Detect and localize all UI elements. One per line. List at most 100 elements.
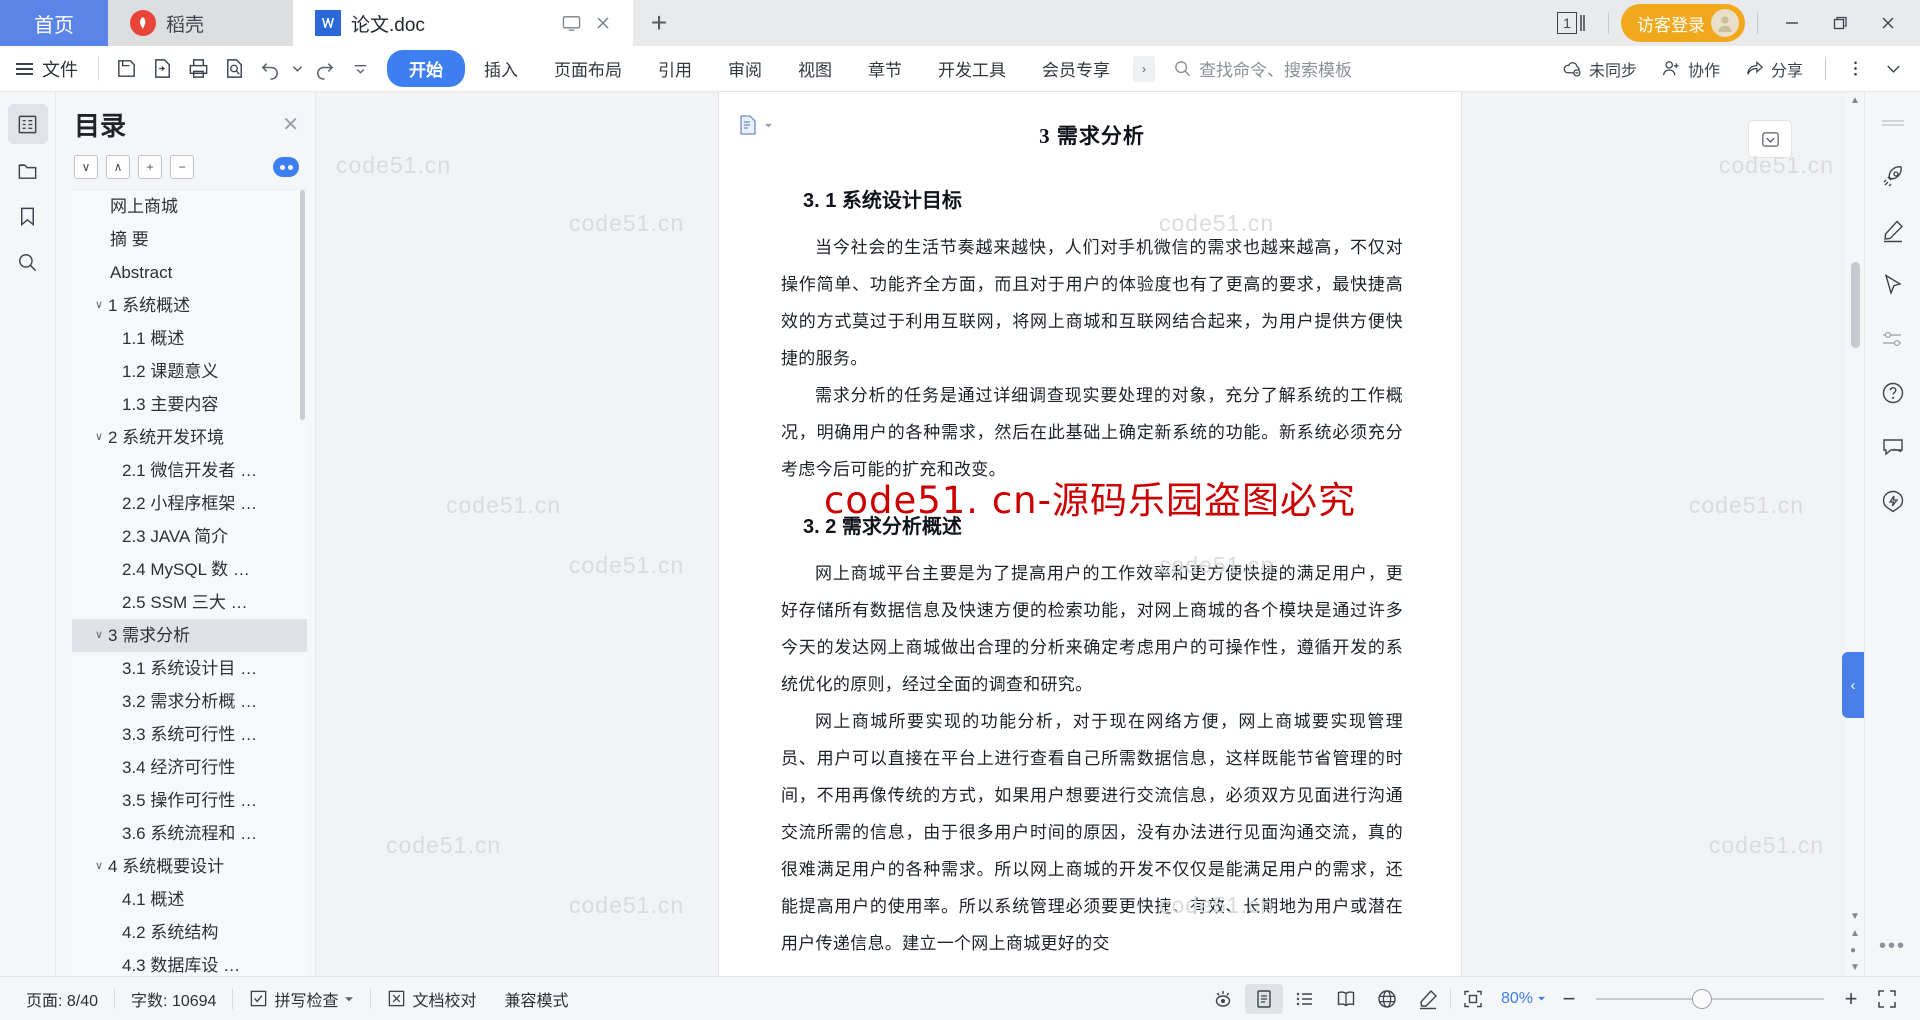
toc-item[interactable]: 2.3 JAVA 简介	[72, 520, 307, 553]
zoom-slider-knob[interactable]	[1691, 988, 1712, 1009]
export-pdf-icon[interactable]	[145, 52, 179, 86]
sidebar-item-toc[interactable]	[7, 104, 48, 144]
spellcheck-toggle[interactable]: 拼写检查	[237, 987, 366, 1011]
zoom-slider[interactable]	[1596, 988, 1824, 1009]
navigation-float-button[interactable]	[1748, 120, 1792, 158]
chevron-down-icon[interactable]	[344, 994, 354, 1004]
toc-list[interactable]: 网上商城 摘 要 Abstract ∨ 1 系统概述 1.1 概述 1.2 课题意…	[72, 189, 307, 976]
toc-item-selected[interactable]: ∨ 3 需求分析	[72, 619, 307, 652]
print-preview-icon[interactable]	[217, 52, 251, 86]
document-count-badge[interactable]: 1	[1547, 12, 1596, 34]
scroll-up-arrow[interactable]: ▲	[1850, 92, 1860, 109]
ribbon-tab-review[interactable]: 审阅	[711, 50, 779, 87]
toc-item[interactable]: 2.5 SSM 三大 …	[72, 586, 307, 619]
proofread-button[interactable]: 文档校对	[375, 987, 488, 1011]
close-button[interactable]	[1866, 0, 1910, 46]
ribbon-tab-section[interactable]: 章节	[851, 50, 919, 87]
maximize-button[interactable]	[1818, 0, 1862, 46]
fullscreen-icon[interactable]	[1868, 984, 1906, 1014]
document-canvas[interactable]: code51.cn code51.cn code51.cn 3 需求分析 3. …	[316, 92, 1864, 976]
sync-status-button[interactable]: 未同步	[1552, 51, 1647, 87]
sidebar-item-search[interactable]	[8, 242, 48, 282]
scrollbar-thumb[interactable]	[1850, 262, 1860, 348]
pen-icon[interactable]	[1874, 214, 1912, 248]
feedback-icon[interactable]	[1874, 430, 1912, 464]
toc-chevron[interactable]: ∨	[90, 426, 108, 449]
focus-mode-icon[interactable]	[1204, 984, 1242, 1014]
toc-item[interactable]: 2.1 微信开发者 …	[72, 454, 307, 487]
new-tab-button[interactable]: +	[633, 0, 685, 46]
ribbon-tab-insert[interactable]: 插入	[467, 50, 535, 87]
page-indicator[interactable]: 页面: 8/40	[14, 987, 110, 1011]
ribbon-tab-developer[interactable]: 开发工具	[921, 50, 1023, 87]
ribbon-tab-view[interactable]: 视图	[781, 50, 849, 87]
undo-dropdown-icon[interactable]	[289, 52, 305, 86]
toc-item[interactable]: 2.4 MySQL 数 …	[72, 553, 307, 586]
toc-item[interactable]: 4.2 系统结构	[72, 916, 307, 949]
toc-item[interactable]: ∨ 1 系统概述	[72, 289, 307, 322]
toc-item[interactable]: 1.2 课题意义	[72, 355, 307, 388]
collapse-ribbon-icon[interactable]	[1876, 52, 1910, 86]
redo-icon[interactable]	[307, 52, 341, 86]
ribbon-tab-start[interactable]: 开始	[387, 50, 465, 87]
zoom-level-button[interactable]: 80%	[1495, 990, 1552, 1008]
tab-daoke[interactable]: 稻壳	[108, 0, 293, 46]
save-icon[interactable]	[109, 52, 143, 86]
toc-item[interactable]: 3.5 操作可行性 …	[72, 784, 307, 817]
collapse-up-button[interactable]: ∧	[106, 155, 130, 179]
sliders-icon[interactable]	[1874, 322, 1912, 356]
eye-toggle-icon[interactable]	[273, 157, 299, 177]
collapse-right-panel-button[interactable]: ‹	[1842, 652, 1864, 718]
tab-document[interactable]: 论文.doc	[293, 0, 633, 46]
reading-view-icon[interactable]	[1327, 984, 1365, 1014]
undo-icon[interactable]	[253, 52, 287, 86]
search-input[interactable]: 查找命令、搜索模板	[1173, 56, 1352, 81]
toc-item[interactable]: ∨ 4 系统概要设计	[72, 850, 307, 883]
scroll-down-arrow[interactable]: ▼	[1850, 908, 1860, 925]
outline-view-icon[interactable]	[1286, 984, 1324, 1014]
select-browse-object[interactable]: ●	[1850, 942, 1860, 959]
present-icon[interactable]	[562, 14, 581, 33]
document-scrollbar[interactable]: ▲ ▼ ▲ ● ▼	[1846, 92, 1864, 976]
toc-item[interactable]: ∨ 2 系统开发环境	[72, 421, 307, 454]
collapse-down-button[interactable]: ∨	[74, 155, 98, 179]
toc-item[interactable]: 3.4 经济可行性	[72, 751, 307, 784]
overflow-menu-icon[interactable]	[1838, 52, 1872, 86]
toc-item[interactable]: 4.1 概述	[72, 883, 307, 916]
toc-item[interactable]: 3.6 系统流程和 …	[72, 817, 307, 850]
toc-item[interactable]: 3.2 需求分析概 …	[72, 685, 307, 718]
help-icon[interactable]	[1874, 376, 1912, 410]
toc-chevron[interactable]: ∨	[90, 624, 108, 647]
expand-all-button[interactable]: +	[138, 155, 162, 179]
page-view-icon[interactable]	[1244, 983, 1283, 1014]
toc-item[interactable]: 2.2 小程序框架 …	[72, 487, 307, 520]
toc-item[interactable]: Abstract	[72, 256, 307, 289]
fit-page-icon[interactable]	[1454, 984, 1492, 1014]
highlighter-icon[interactable]	[1409, 984, 1447, 1014]
sidebar-item-folder[interactable]	[8, 150, 48, 190]
toc-item[interactable]: 摘 要	[72, 223, 307, 256]
zoom-out-button[interactable]: −	[1555, 986, 1583, 1012]
ribbon-tab-reference[interactable]: 引用	[641, 50, 709, 87]
close-icon[interactable]: ✕	[282, 112, 299, 137]
toc-item[interactable]: 3.1 系统设计目 …	[72, 652, 307, 685]
tab-home[interactable]: 首页	[0, 0, 108, 46]
page-layout-options-button[interactable]	[737, 114, 773, 136]
ribbon-more-tabs-button[interactable]: ›	[1133, 55, 1155, 82]
next-page-arrow[interactable]: ▼	[1850, 959, 1860, 976]
print-icon[interactable]	[181, 52, 215, 86]
toc-item[interactable]: 网上商城	[72, 190, 307, 223]
toc-item[interactable]: 4.3 数据库设 …	[72, 949, 307, 976]
document-page[interactable]: 3 需求分析 3. 1 系统设计目标 当今社会的生活节奏越来越快，人们对手机微信…	[569, 92, 1461, 976]
lightning-icon[interactable]	[1874, 484, 1912, 518]
collapse-all-button[interactable]: −	[170, 155, 194, 179]
ribbon-tab-page-layout[interactable]: 页面布局	[537, 50, 639, 87]
file-menu-button[interactable]: 文件	[10, 56, 88, 82]
cursor-icon[interactable]	[1874, 268, 1912, 302]
toc-item[interactable]: 3.3 系统可行性 …	[72, 718, 307, 751]
close-tab-icon[interactable]	[595, 15, 611, 31]
collaborate-button[interactable]: 协作	[1651, 51, 1730, 87]
toc-item[interactable]: 1.3 主要内容	[72, 388, 307, 421]
prev-page-arrow[interactable]: ▲	[1850, 925, 1860, 942]
zoom-in-button[interactable]: +	[1837, 986, 1865, 1012]
